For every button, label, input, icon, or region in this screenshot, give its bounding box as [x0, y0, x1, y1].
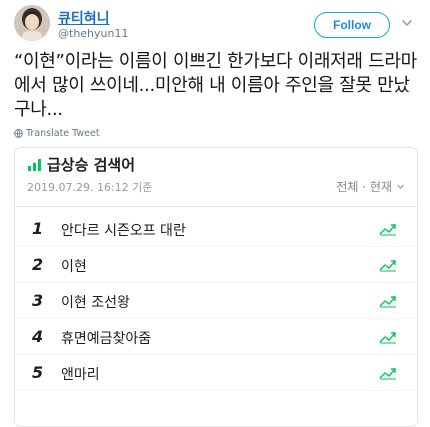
search-term[interactable]: 앤마리: [61, 364, 100, 384]
rank-row[interactable]: 1 안다르 시즌오프 대란: [15, 211, 417, 247]
translate-tweet-label[interactable]: Translate Tweet: [26, 128, 100, 139]
trend-up-icon: [379, 296, 396, 308]
rising-chart-icon: [28, 159, 41, 171]
trend-up-icon: [379, 224, 396, 236]
card-title: 급상승 검색어: [47, 156, 136, 174]
rank-number: 3: [32, 291, 44, 310]
avatar[interactable]: [14, 5, 50, 41]
divider: [15, 206, 417, 207]
rank-row[interactable]: 5 앤마리: [15, 355, 417, 391]
search-term[interactable]: 휴면예금찾아줌: [61, 328, 151, 348]
rank-list: 1 안다르 시즌오프 대란 2 이현 3 이현 조선왕 4 휴면예금찾아줌 5 …: [15, 211, 417, 391]
search-term[interactable]: 이현 조선왕: [61, 292, 130, 312]
filter-dropdown[interactable]: 전체 · 현재: [336, 178, 405, 195]
tweet: 큐티혀니 @thehyun11 Follow “이현”이라는 이름이 이쁘긴 한…: [0, 0, 430, 427]
card-date: 2019.07.29. 16:12 기준: [27, 181, 153, 194]
trend-up-icon: [379, 332, 396, 344]
trend-up-icon: [379, 260, 396, 272]
trend-up-icon: [379, 368, 396, 380]
chevron-down-icon[interactable]: [400, 16, 414, 30]
search-term[interactable]: 안다르 시즌오프 대란: [61, 220, 186, 240]
rank-row[interactable]: 3 이현 조선왕: [15, 283, 417, 319]
rank-row[interactable]: 4 휴면예금찾아줌: [15, 319, 417, 355]
rank-row[interactable]: 2 이현: [15, 247, 417, 283]
translate-tweet-link[interactable]: Translate Tweet: [14, 128, 100, 139]
card-header: 급상승 검색어: [27, 154, 135, 175]
rank-number: 4: [32, 327, 44, 346]
rank-number: 5: [32, 363, 44, 382]
realtime-search-card: 급상승 검색어 2019.07.29. 16:12 기준 전체 · 현재 1 안…: [14, 147, 418, 427]
display-name[interactable]: 큐티혀니: [58, 8, 110, 28]
rank-number: 1: [32, 219, 44, 238]
globe-icon: [14, 129, 23, 138]
chevron-down-icon: [397, 184, 404, 189]
search-term[interactable]: 이현: [61, 256, 87, 276]
follow-button[interactable]: Follow: [314, 12, 390, 38]
filter-label[interactable]: 전체 · 현재: [336, 178, 392, 195]
tweet-text: “이현”이라는 이름이 이쁘긴 한가보다 이래저래 드라마에서 많이 쓰이네..…: [14, 51, 417, 120]
rank-number: 2: [32, 255, 44, 274]
user-handle[interactable]: @thehyun11: [58, 27, 128, 40]
